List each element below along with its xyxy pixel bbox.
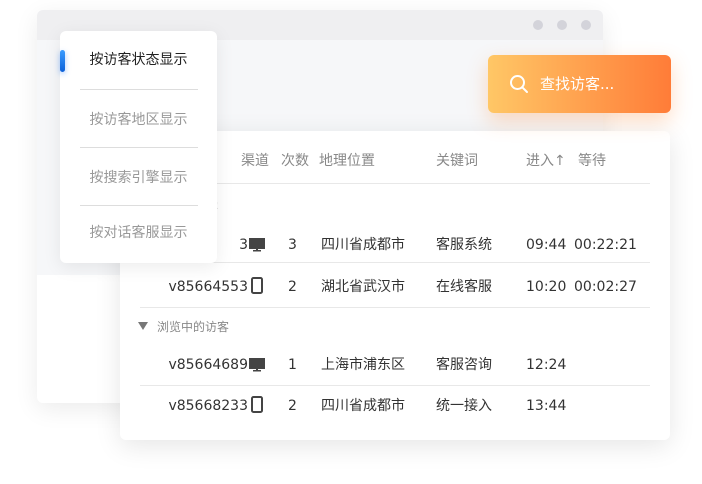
location: 上海市浦东区 [321,357,405,373]
desktop-icon [249,357,265,376]
visit-count: 2 [288,279,297,295]
search-icon [510,75,528,93]
visitor-id: v85668233 [168,398,248,414]
desktop-icon [249,237,265,256]
keyword: 客服系统 [436,237,492,253]
menu-item-search-engine[interactable]: 按搜索引擎显示 [60,168,217,188]
col-wait[interactable]: 等待 [578,152,606,170]
enter-time: 09:44 [526,237,567,253]
group-label: 浏览中的访客 [157,320,230,334]
view-menu: 按访客状态显示 按访客地区显示 按搜索引擎显示 按对话客服显示 [60,31,217,263]
collapse-triangle-icon[interactable] [138,322,148,330]
menu-item-status[interactable]: 按访客状态显示 [60,50,217,70]
visitor-id: v85664553 [168,279,248,295]
visitor-id: 3 [239,237,248,253]
row-divider [140,307,650,308]
search-label: 查找访客... [540,75,615,93]
visit-count: 3 [288,237,297,253]
enter-time: 12:24 [526,357,567,373]
col-keyword[interactable]: 关键词 [436,152,478,170]
col-location[interactable]: 地理位置 [319,152,375,170]
divider [80,147,198,148]
location: 四川省成都市 [321,237,405,253]
divider [80,205,198,206]
keyword: 统一接入 [436,398,492,414]
mobile-icon [251,277,263,298]
enter-time: 13:44 [526,398,567,414]
keyword: 在线客服 [436,279,492,295]
col-enter-sort[interactable]: 进入↑ [526,152,566,170]
location: 湖北省武汉市 [321,279,405,295]
visitor-id: v85664689 [168,357,248,373]
window-dot[interactable] [557,20,567,30]
visit-count: 2 [288,398,297,414]
keyword: 客服咨询 [436,357,492,373]
col-channel[interactable]: 渠道 [241,152,269,170]
window-dot[interactable] [533,20,543,30]
row-divider [140,385,650,386]
menu-item-region[interactable]: 按访客地区显示 [60,110,217,130]
table-row[interactable]: v85668233 2 四川省成都市 统一接入 13:44 [140,393,650,431]
wait-time: 00:22:21 [574,237,637,253]
menu-item-agent[interactable]: 按对话客服显示 [60,223,217,243]
mobile-icon [251,396,263,417]
col-count[interactable]: 次数 [281,152,309,170]
location: 四川省成都市 [321,398,405,414]
window-dot[interactable] [581,20,591,30]
enter-time: 10:20 [526,279,567,295]
divider [80,89,198,90]
row-divider [140,262,650,263]
search-visitor-button[interactable]: 查找访客... [488,55,671,113]
visit-count: 1 [288,357,297,373]
wait-time: 00:02:27 [574,279,637,295]
